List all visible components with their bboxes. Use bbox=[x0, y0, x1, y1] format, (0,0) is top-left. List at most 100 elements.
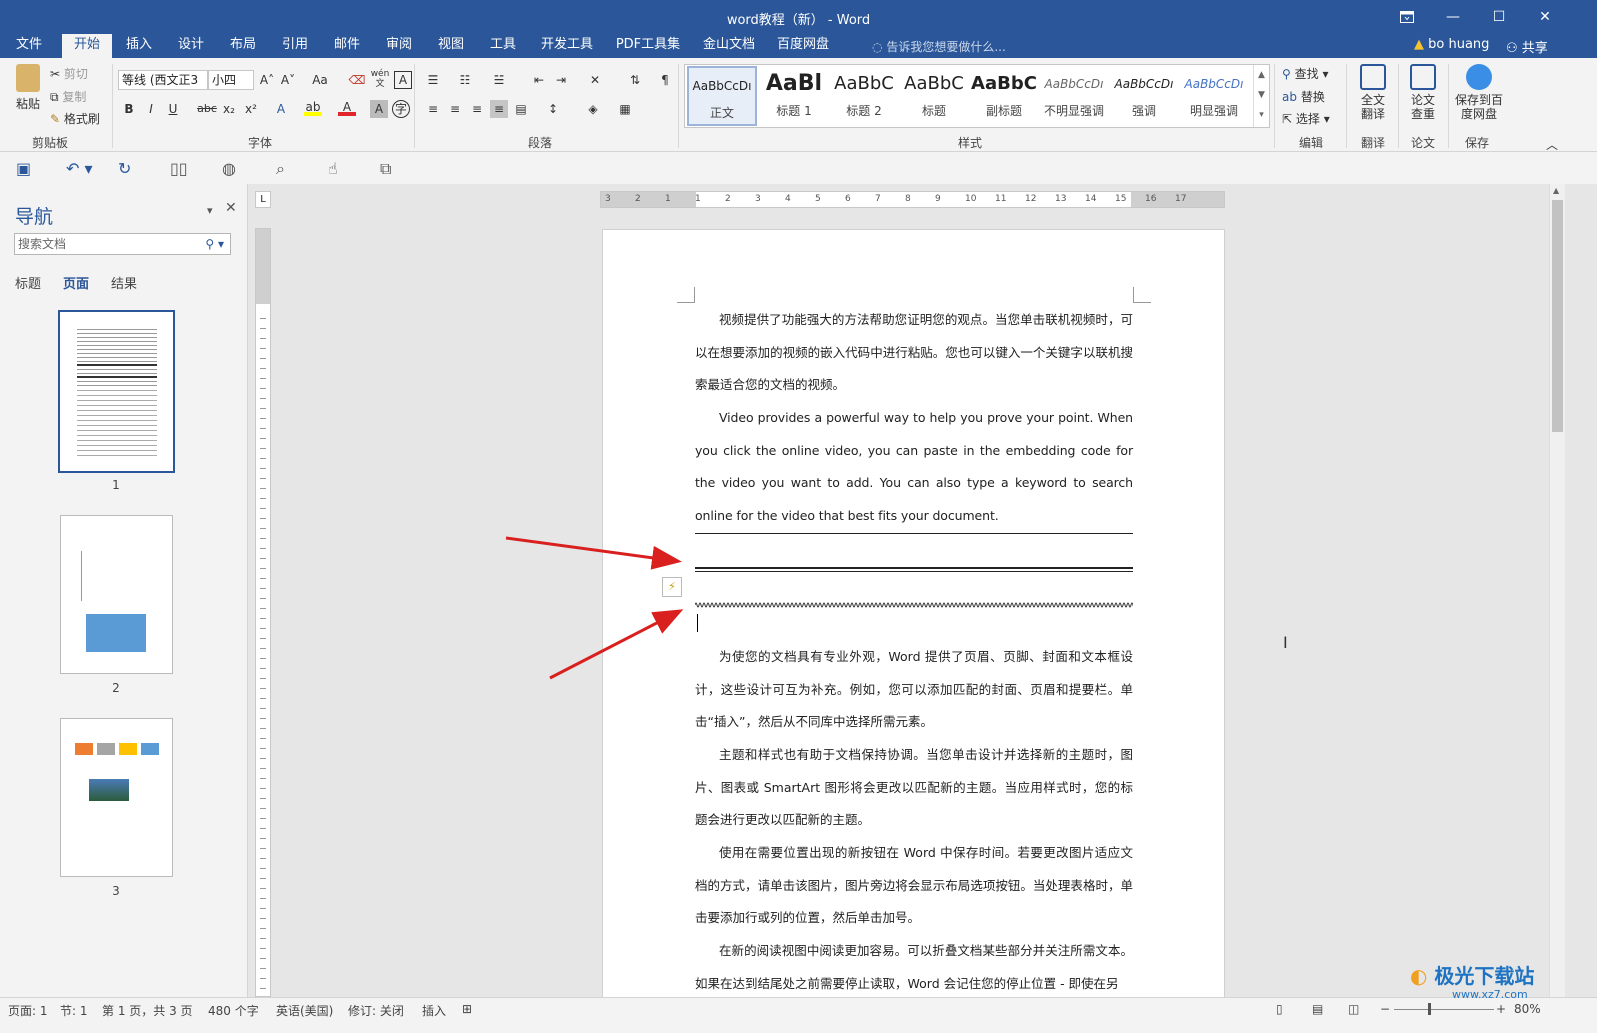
paragraph[interactable]: 主题和样式也有助于文档保持协调。当您单击设计并选择新的主题时，图片、图表或 Sm… bbox=[695, 739, 1133, 837]
char-shading-icon[interactable]: A bbox=[370, 100, 388, 118]
style-emphasis[interactable]: AaBbCcDı 强调 bbox=[1109, 66, 1179, 126]
find-button[interactable]: ⚲ 查找 ▾ bbox=[1282, 65, 1328, 82]
tab-selector[interactable]: L bbox=[255, 191, 271, 208]
phonetic-guide-button[interactable]: wén 文 bbox=[370, 69, 390, 89]
shading-icon[interactable]: ◈ bbox=[584, 100, 602, 118]
zoom-slider[interactable] bbox=[1394, 1009, 1494, 1010]
search-icon[interactable]: ⚲ ▾ bbox=[205, 234, 224, 254]
tab-design[interactable]: 设计 bbox=[170, 34, 212, 58]
maximize-button[interactable]: ☐ bbox=[1476, 0, 1522, 34]
char-border-icon[interactable]: A bbox=[394, 71, 412, 89]
font-color-icon[interactable]: A bbox=[338, 98, 356, 116]
format-painter-button[interactable]: ✎ 格式刷 bbox=[50, 110, 100, 127]
select-button[interactable]: ⇱ 选择 ▾ bbox=[1282, 110, 1330, 127]
change-case-button[interactable]: Aa bbox=[308, 71, 332, 89]
style-title[interactable]: AaBbC 标题 bbox=[899, 66, 969, 126]
page-thumbnail-2[interactable] bbox=[60, 515, 173, 674]
font-size-combo[interactable]: 小四 bbox=[208, 70, 254, 90]
shrink-font-icon[interactable]: A˅ bbox=[279, 71, 297, 89]
clear-format-icon[interactable]: ⌫ bbox=[348, 71, 366, 89]
strikethrough-icon[interactable]: abc bbox=[196, 100, 218, 118]
borders-icon[interactable]: ▦ bbox=[616, 100, 634, 118]
tab-pdf-tools[interactable]: PDF工具集 bbox=[608, 34, 688, 58]
tab-baidu-pan[interactable]: 百度网盘 bbox=[770, 34, 836, 58]
paragraph[interactable]: 使用在需要位置出现的新按钮在 Word 中保存时间。若要更改图片适应文档的方式，… bbox=[695, 837, 1133, 935]
zoom-slider-thumb[interactable] bbox=[1428, 1003, 1431, 1015]
bullets-icon[interactable]: ☰ bbox=[424, 71, 442, 89]
save-icon[interactable]: ▣ bbox=[16, 159, 31, 178]
print-layout-icon[interactable]: ▤ bbox=[1312, 1002, 1323, 1016]
tab-view[interactable]: 视图 bbox=[430, 34, 472, 58]
vertical-ruler[interactable] bbox=[255, 228, 271, 997]
superscript-icon[interactable]: x² bbox=[242, 100, 260, 118]
copy-button[interactable]: ⧉ 复制 bbox=[50, 88, 86, 105]
numbering-icon[interactable]: ☷ bbox=[456, 71, 474, 89]
grow-font-icon[interactable]: A˄ bbox=[258, 71, 276, 89]
highlight-icon[interactable]: ab bbox=[304, 98, 322, 116]
tell-me-box[interactable]: ◌ 告诉我您想要做什么... bbox=[872, 38, 1006, 55]
scroll-up-icon[interactable]: ▲ bbox=[1553, 186, 1559, 195]
tab-mailings[interactable]: 邮件 bbox=[326, 34, 368, 58]
touch-mode-icon[interactable]: ☝ bbox=[328, 159, 338, 178]
paste-button[interactable]: 粘贴 bbox=[10, 64, 46, 112]
justify-icon[interactable]: ≡ bbox=[490, 100, 508, 118]
status-pages[interactable]: 第 1 页，共 3 页 bbox=[102, 1002, 193, 1019]
style-heading1[interactable]: AaBl 标题 1 bbox=[759, 66, 829, 126]
minimize-button[interactable]: — bbox=[1430, 0, 1476, 34]
translate-button[interactable]: 全文翻译 bbox=[1352, 64, 1394, 121]
customize-icon[interactable]: ⧉ bbox=[380, 159, 391, 179]
line-spacing-icon[interactable]: ↕ bbox=[544, 100, 562, 118]
share-button[interactable]: ⚇ 共享 bbox=[1506, 37, 1548, 56]
subscript-icon[interactable]: x₂ bbox=[220, 100, 238, 118]
web-layout-icon[interactable]: ◫ bbox=[1348, 1002, 1359, 1016]
paragraph[interactable]: 为使您的文档具有专业外观，Word 提供了页眉、页脚、封面和文本框设计，这些设计… bbox=[695, 641, 1133, 739]
align-right-icon[interactable]: ≡ bbox=[468, 100, 486, 118]
style-heading2[interactable]: AaBbC 标题 2 bbox=[829, 66, 899, 126]
multilevel-list-icon[interactable]: ☱ bbox=[490, 71, 508, 89]
chinese-layout-icon[interactable]: ✕ bbox=[586, 71, 604, 89]
vertical-scrollbar[interactable]: ▲ bbox=[1549, 184, 1565, 997]
paragraph[interactable]: 视频提供了功能强大的方法帮助您证明您的观点。当您单击联机视频时，可以在想要添加的… bbox=[695, 304, 1133, 402]
save-baidu-button[interactable]: 保存到百度网盘 bbox=[1452, 64, 1506, 121]
paragraph[interactable]: Video provides a powerful way to help yo… bbox=[695, 402, 1133, 533]
tab-references[interactable]: 引用 bbox=[274, 34, 316, 58]
style-normal[interactable]: AaBbCcDı 正文 bbox=[687, 66, 757, 126]
tab-developer[interactable]: 开发工具 bbox=[534, 34, 600, 58]
nav-tab-pages[interactable]: 页面 bbox=[63, 273, 89, 292]
nav-tab-results[interactable]: 结果 bbox=[111, 273, 137, 292]
gallery-scroll[interactable]: ▲ ▼ ▾ bbox=[1253, 65, 1269, 127]
close-button[interactable]: ✕ bbox=[1522, 0, 1568, 34]
read-mode-icon[interactable]: ▯▯ bbox=[170, 159, 188, 178]
web-layout-icon[interactable]: ◍ bbox=[222, 159, 236, 178]
zoom-in-icon[interactable]: + bbox=[1496, 1002, 1506, 1016]
page-thumbnail-1[interactable] bbox=[58, 310, 175, 473]
tab-review[interactable]: 审阅 bbox=[378, 34, 420, 58]
tab-layout[interactable]: 布局 bbox=[222, 34, 264, 58]
ribbon-display-icon[interactable] bbox=[1384, 0, 1430, 34]
style-subtle-emphasis[interactable]: AaBbCcDı 不明显强调 bbox=[1039, 66, 1109, 126]
macro-icon[interactable]: ⊞ bbox=[462, 1002, 472, 1016]
distributed-icon[interactable]: ▤ bbox=[512, 100, 530, 118]
undo-icon[interactable]: ↶ ▾ bbox=[66, 159, 93, 178]
paragraph[interactable]: 在新的阅读视图中阅读更加容易。可以折叠文档某些部分并关注所需文本。如果在达到结尾… bbox=[695, 935, 1133, 997]
tab-insert[interactable]: 插入 bbox=[118, 34, 160, 58]
status-words[interactable]: 480 个字 bbox=[208, 1002, 259, 1019]
cut-button[interactable]: ✂ 剪切 bbox=[50, 65, 88, 82]
redo-icon[interactable]: ↻ bbox=[118, 159, 131, 178]
tab-file[interactable]: 文件 bbox=[6, 34, 52, 58]
align-center-icon[interactable]: ≡ bbox=[446, 100, 464, 118]
enclose-char-icon[interactable]: 字 bbox=[392, 100, 410, 118]
zoom-out-icon[interactable]: − bbox=[1380, 1002, 1390, 1016]
tab-kdocs[interactable]: 金山文档 bbox=[696, 34, 762, 58]
decrease-indent-icon[interactable]: ⇤ bbox=[530, 71, 548, 89]
print-preview-icon[interactable]: ⌕ bbox=[276, 159, 285, 179]
read-mode-icon[interactable]: ▯ bbox=[1276, 1002, 1283, 1016]
text-effects-icon[interactable]: A bbox=[272, 100, 290, 118]
style-subtitle[interactable]: AaBbC 副标题 bbox=[969, 66, 1039, 126]
page-thumbnail-3[interactable] bbox=[60, 718, 173, 877]
increase-indent-icon[interactable]: ⇥ bbox=[552, 71, 570, 89]
tab-home[interactable]: 开始 bbox=[62, 34, 112, 58]
underline-icon[interactable]: U bbox=[164, 100, 182, 118]
search-input[interactable]: 搜索文档 ⚲ ▾ bbox=[14, 233, 231, 255]
bold-icon[interactable]: B bbox=[120, 100, 138, 118]
